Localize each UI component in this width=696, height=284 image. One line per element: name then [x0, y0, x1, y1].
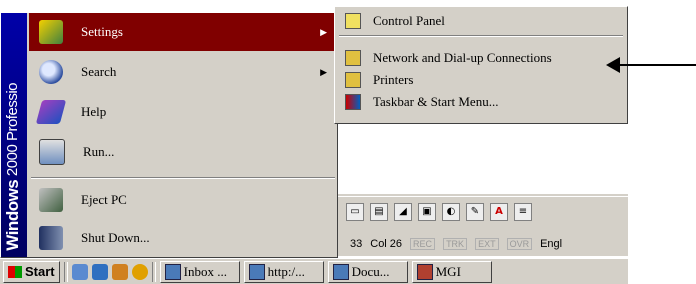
submenu-item-network[interactable]: Network and Dial-up Connections	[339, 47, 623, 69]
quick-launch	[71, 263, 148, 280]
submenu-item-control-panel[interactable]: Control Panel	[339, 10, 623, 32]
banner-text: 2000 Professio	[4, 83, 21, 181]
search-icon	[39, 60, 63, 84]
status-trk: TRK	[443, 238, 468, 250]
menu-item-label: Eject PC	[81, 192, 127, 207]
submenu-item-label: Network and Dial-up Connections	[373, 50, 552, 65]
menu-item-shutdown[interactable]: Shut Down...	[29, 219, 335, 257]
task-browser[interactable]: http:/...	[243, 260, 324, 283]
windows-logo-icon	[8, 265, 22, 278]
menu-item-eject[interactable]: Eject PC	[29, 181, 335, 219]
menu-item-help[interactable]: Help	[29, 93, 335, 131]
mgi-icon	[416, 263, 433, 280]
menu-item-search[interactable]: Search ▶	[29, 53, 335, 91]
task-label: Inbox ...	[183, 263, 227, 279]
status-line: 33	[350, 238, 363, 250]
task-label: Docu...	[351, 263, 390, 279]
menu-item-label: Run...	[83, 144, 115, 159]
pointer-arrow-icon	[606, 57, 620, 73]
taskbar-icon	[345, 94, 361, 110]
status-rec: REC	[410, 238, 436, 250]
task-inbox[interactable]: Inbox ...	[159, 260, 240, 283]
menu-item-label: Settings	[81, 24, 123, 39]
submenu-item-label: Control Panel	[373, 13, 445, 28]
start-button[interactable]: Start	[3, 260, 60, 283]
banner-bold-text: Windows	[3, 180, 22, 251]
menu-item-label: Shut Down...	[81, 230, 150, 245]
browser-icon	[248, 263, 265, 280]
submenu-item-label: Printers	[373, 72, 414, 87]
menu-item-settings[interactable]: Settings ▶	[29, 13, 335, 51]
show-desktop-icon[interactable]	[71, 263, 88, 280]
shutdown-icon	[39, 226, 63, 250]
toolbar-icon[interactable]: ▭	[346, 202, 364, 221]
fill-color-icon[interactable]: ◐	[442, 202, 460, 221]
submenu-arrow-icon: ▶	[320, 26, 327, 37]
status-lang: Engl	[540, 238, 563, 250]
desktop: ▭ ▤ ◢ ▣ ◐ ✎ A ≡ 33 Col 26 REC TRK EXT OV…	[0, 0, 628, 284]
network-icon	[345, 50, 361, 66]
status-ext: EXT	[475, 238, 499, 250]
run-icon	[39, 139, 65, 165]
menu-item-label: Help	[81, 104, 107, 119]
outlook-icon[interactable]	[111, 263, 128, 280]
start-menu: Windows 2000 Professio Settings ▶ Search…	[0, 12, 338, 258]
submenu-divider	[339, 35, 623, 37]
toolbar-icon[interactable]: ▣	[418, 202, 436, 221]
inbox-icon	[164, 263, 181, 280]
formatting-toolbar: ▭ ▤ ◢ ▣ ◐ ✎ A ≡	[336, 196, 628, 226]
taskbar: Start Inbox ... http:/... Docu... MGI	[0, 258, 628, 284]
status-bar: 33 Col 26 REC TRK EXT OVR Engl	[336, 232, 628, 256]
task-label: http:/...	[267, 263, 305, 279]
task-label: MGI	[435, 263, 461, 279]
submenu-item-taskbar[interactable]: Taskbar & Start Menu...	[339, 91, 623, 113]
control-panel-icon	[345, 13, 361, 29]
task-document[interactable]: Docu...	[327, 260, 408, 283]
help-icon	[35, 100, 67, 124]
task-mgi[interactable]: MGI	[411, 260, 492, 283]
media-player-icon[interactable]	[131, 263, 148, 280]
align-icon[interactable]: ≡	[514, 202, 532, 221]
explorer-icon[interactable]	[91, 263, 108, 280]
menu-item-run[interactable]: Run...	[29, 133, 335, 171]
taskbar-separator	[151, 261, 156, 282]
start-label: Start	[25, 264, 55, 279]
status-ovr: OVR	[506, 238, 533, 250]
submenu-item-label: Taskbar & Start Menu...	[373, 94, 499, 109]
word-icon	[332, 263, 349, 280]
toolbar-icon[interactable]: ▤	[370, 202, 388, 221]
document-area	[336, 132, 628, 194]
printers-icon	[345, 72, 361, 88]
start-menu-banner: Windows 2000 Professio	[1, 13, 27, 257]
submenu-arrow-icon: ▶	[320, 66, 327, 77]
font-color-icon[interactable]: A	[490, 202, 508, 221]
submenu-item-printers[interactable]: Printers	[339, 69, 623, 91]
taskbar-separator	[63, 261, 68, 282]
settings-icon	[39, 20, 63, 44]
eject-icon	[39, 188, 63, 212]
pointer-arrow-line	[614, 64, 696, 66]
toolbar-icon[interactable]: ◢	[394, 202, 412, 221]
highlight-icon[interactable]: ✎	[466, 202, 484, 221]
status-col: Col 26	[370, 238, 403, 250]
menu-item-label: Search	[81, 64, 117, 79]
menu-divider	[31, 177, 335, 179]
settings-submenu: Control Panel Network and Dial-up Connec…	[334, 6, 628, 124]
